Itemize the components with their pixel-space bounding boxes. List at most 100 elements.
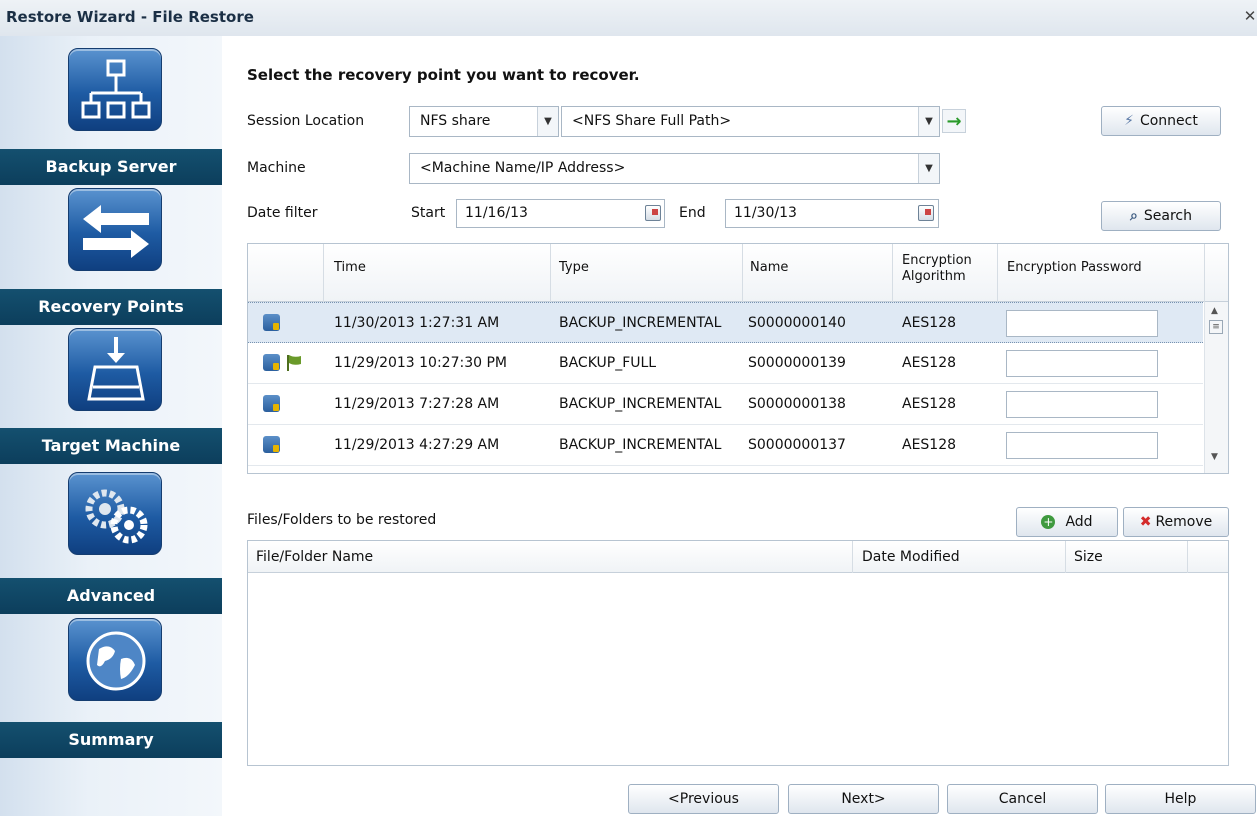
calendar-icon[interactable] [918,205,934,221]
recovery-point-icon [263,314,280,331]
row-time: 11/30/2013 1:27:31 AM [334,315,500,331]
row-name: S0000000139 [748,355,846,371]
chevron-down-icon[interactable]: ▼ [918,107,939,136]
end-date-field[interactable]: 11/30/13 [725,199,939,228]
row-name: S0000000137 [748,437,846,453]
files-to-restore-table: File/Folder Name Date Modified Size [247,540,1229,766]
start-date-field[interactable]: 11/16/13 [456,199,665,228]
machine-value: <Machine Name/IP Address> [420,160,626,176]
column-header-name[interactable]: Name [750,260,788,276]
column-header-date-modified[interactable]: Date Modified [862,549,960,565]
row-algorithm: AES128 [902,355,957,371]
scroll-thumb[interactable]: ≡ [1209,320,1223,334]
search-button[interactable]: ⌕ Search [1101,201,1221,231]
table-header: Time Type Name Encryption Algorithm Encr… [248,244,1228,302]
add-button[interactable]: + Add [1016,507,1118,537]
cancel-button[interactable]: Cancel [947,784,1098,814]
remove-button[interactable]: ✖ Remove [1123,507,1229,537]
previous-button[interactable]: <Previous [628,784,779,814]
sidebar-item-recovery-points[interactable]: Recovery Points [0,289,222,325]
table-row[interactable]: 11/30/2013 1:27:31 AM BACKUP_INCREMENTAL… [248,302,1203,343]
nfs-path-value: <NFS Share Full Path> [572,113,732,129]
title-bar: Restore Wizard - File Restore ✕ [0,0,1257,36]
encryption-password-input[interactable] [1006,350,1158,377]
scroll-down-icon[interactable]: ▼ [1211,452,1218,462]
chevron-down-icon[interactable]: ▼ [918,154,939,183]
sidebar-item-advanced[interactable]: Advanced [0,578,222,614]
wizard-sidebar: Backup Server Recovery Points Target Mac… [0,36,222,816]
plug-icon: ⚡ [1124,113,1134,129]
remove-label: Remove [1155,514,1213,530]
session-type-value: NFS share [420,113,491,129]
column-header-encryption-algorithm[interactable]: Encryption Algorithm [902,253,997,285]
table-row[interactable] [248,466,1203,473]
start-label: Start [411,205,446,221]
recovery-points-table: Time Type Name Encryption Algorithm Encr… [247,243,1229,474]
start-date-value: 11/16/13 [465,205,528,221]
globe-icon[interactable] [68,618,162,701]
remove-icon: ✖ [1139,514,1152,530]
add-label: Add [1065,514,1093,530]
sidebar-item-backup-server[interactable]: Backup Server [0,149,222,185]
row-algorithm: AES128 [902,315,957,331]
row-time: 11/29/2013 4:27:29 AM [334,437,500,453]
end-date-value: 11/30/13 [734,205,797,221]
encryption-password-input[interactable] [1006,310,1158,337]
session-type-select[interactable]: NFS share ▼ [409,106,559,137]
encryption-password-input[interactable] [1006,432,1158,459]
table-scrollbar[interactable]: ▲ ≡ ▼ [1204,302,1228,473]
table-row[interactable]: 11/29/2013 7:27:28 AM BACKUP_INCREMENTAL… [248,384,1203,425]
column-header-file-folder-name[interactable]: File/Folder Name [256,549,373,565]
table-row[interactable]: 11/29/2013 10:27:30 PM BACKUP_FULL S0000… [248,343,1203,384]
row-type: BACKUP_INCREMENTAL [559,315,722,331]
chevron-down-icon[interactable]: ▼ [537,107,558,136]
machine-label: Machine [247,160,306,176]
page-heading: Select the recovery point you want to re… [247,66,640,84]
nfs-path-select[interactable]: <NFS Share Full Path> ▼ [561,106,940,137]
session-location-label: Session Location [247,113,365,129]
column-header-size[interactable]: Size [1074,549,1103,565]
main-panel: Select the recovery point you want to re… [222,36,1257,816]
row-type: BACKUP_INCREMENTAL [559,437,722,453]
files-to-restore-label: Files/Folders to be restored [247,512,437,528]
help-button[interactable]: Help [1105,784,1256,814]
go-arrow-icon[interactable]: → [942,109,966,133]
binoculars-icon: ⌕ [1130,208,1138,224]
window-title: Restore Wizard - File Restore [6,8,254,26]
row-time: 11/29/2013 7:27:28 AM [334,396,500,412]
row-algorithm: AES128 [902,396,957,412]
row-name: S0000000138 [748,396,846,412]
calendar-icon[interactable] [645,205,661,221]
row-algorithm: AES128 [902,437,957,453]
connect-button[interactable]: ⚡ Connect [1101,106,1221,136]
network-icon[interactable] [68,48,162,131]
machine-select[interactable]: <Machine Name/IP Address> ▼ [409,153,940,184]
table-row[interactable]: 11/29/2013 4:27:29 AM BACKUP_INCREMENTAL… [248,425,1203,466]
row-type: BACKUP_INCREMENTAL [559,396,722,412]
sidebar-item-target-machine[interactable]: Target Machine [0,428,222,464]
recovery-point-icon [263,395,280,412]
row-time: 11/29/2013 10:27:30 PM [334,355,507,371]
column-header-type[interactable]: Type [559,260,589,276]
gears-icon[interactable] [68,472,162,555]
recovery-point-icon [263,436,280,453]
date-filter-label: Date filter [247,205,318,221]
sidebar-item-summary[interactable]: Summary [0,722,222,758]
row-type: BACKUP_FULL [559,355,657,371]
recovery-point-icon [263,354,280,371]
files-table-header: File/Folder Name Date Modified Size [248,541,1228,573]
next-button[interactable]: Next> [788,784,939,814]
column-header-time[interactable]: Time [334,260,366,276]
encryption-password-input[interactable] [1006,391,1158,418]
row-name: S0000000140 [748,315,846,331]
flag-icon [287,355,301,371]
end-label: End [679,205,706,221]
column-header-encryption-password[interactable]: Encryption Password [1007,260,1142,276]
search-label: Search [1143,208,1192,224]
add-icon: + [1041,515,1056,529]
scroll-up-icon[interactable]: ▲ [1211,306,1218,316]
drive-download-icon[interactable] [68,328,162,411]
connect-label: Connect [1139,113,1198,129]
exchange-arrows-icon[interactable] [68,188,162,271]
close-icon[interactable]: ✕ [1243,8,1257,24]
